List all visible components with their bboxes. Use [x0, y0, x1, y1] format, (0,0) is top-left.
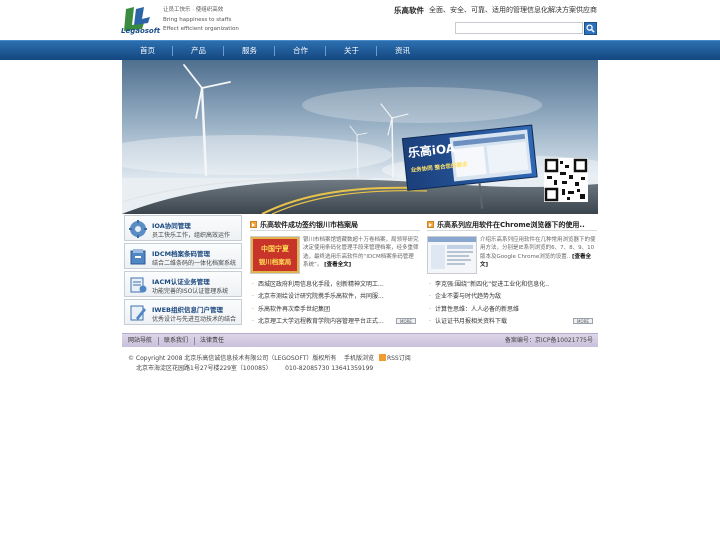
news-column-company: 乐高软件成功签约银川市档案局 中国宁夏 银川档案局 银川市档案馆馆藏数超十万卷档…	[250, 219, 420, 328]
product-iweb-desc: 优秀设计与先进互动技术的结合	[152, 316, 237, 323]
browser-screenshot-image	[428, 237, 476, 273]
more-button[interactable]: MORE	[396, 318, 416, 324]
nav-news[interactable]: 资讯	[377, 41, 428, 61]
more-button[interactable]: MORE	[573, 318, 593, 324]
tagline: 全面、安全、可靠、适用的管理信息化解决方案供应商	[429, 6, 597, 14]
slogan: 让员工快乐 · 使组织高效 Bring happiness to staffs …	[163, 6, 239, 35]
arrow-bullet-icon	[427, 221, 434, 228]
search-icon	[586, 24, 595, 33]
mobile-version-link[interactable]: 手机版浏览	[344, 355, 374, 362]
news-headline-title[interactable]: 乐高系列应用软件在Chrome浏览器下的使用..	[437, 220, 585, 230]
logo-text: Legaosoft	[121, 27, 161, 35]
certificate-icon	[130, 277, 147, 293]
slogan-cn: 让员工快乐 · 使组织高效	[163, 7, 224, 13]
arrow-bullet-icon	[250, 221, 257, 228]
news-feature-image[interactable]: 中国宁夏 银川档案局	[250, 236, 300, 274]
nav-products[interactable]: 产品	[173, 41, 224, 61]
search-input[interactable]	[455, 22, 583, 34]
list-item[interactable]: 企业不要与时代趋势为敌	[427, 291, 597, 303]
banner-illustration: 乐高iOA 业务协同 整合您的需求	[122, 60, 598, 214]
footer-divider	[158, 337, 159, 345]
news-feature: 中国宁夏 银川档案局 银川市档案馆馆藏数超十万卷档案，局领导研究决定使用条码化管…	[250, 236, 420, 276]
news-feature-image[interactable]	[427, 236, 477, 274]
address: 北京市海淀区花园路1号27号楼229室（100085） 010-82085730…	[136, 363, 373, 372]
image-caption-2: 银川档案局	[259, 257, 292, 266]
product-iacm-title: IACM认证业务管理	[152, 278, 210, 286]
footer-bar: 网站导航 联系我们 法律责任 备案编号：京ICP备10021775号	[122, 333, 598, 347]
product-ioa[interactable]: IOA协同管理 员工快乐工作，组织高效运作	[124, 215, 242, 241]
hero-banner[interactable]: 乐高iOA 业务协同 整合您的需求	[122, 60, 598, 214]
nav-cooperation[interactable]: 合作	[275, 41, 326, 61]
read-more-link[interactable]: [查看全文]	[324, 262, 351, 268]
edit-pencil-icon	[130, 305, 146, 321]
rss-icon	[378, 354, 386, 361]
brand-name: 乐高软件	[394, 6, 424, 15]
news-list: 李克强:围绕“新四化”促进工业化和信息化.. 企业不要与时代趋势为敌 计算性思维…	[427, 279, 597, 328]
list-item[interactable]: 计算性思维：人人必备的新思维	[427, 304, 597, 316]
nav-home[interactable]: 首页	[122, 41, 173, 61]
qr-code-icon	[544, 158, 588, 202]
product-idcm-title: IDCM档案条码管理	[152, 250, 211, 258]
news-headline-title[interactable]: 乐高软件成功签约银川市档案局	[260, 220, 358, 230]
list-item[interactable]: 北京市测绘设计研究院携手乐高软件，共同服...	[250, 291, 420, 303]
news-column-industry: 乐高系列应用软件在Chrome浏览器下的使用.. 介绍乐高系列应用软件在几种常用…	[427, 219, 597, 328]
product-idcm-desc: 结合二维条码的一体化档案系统	[152, 260, 237, 267]
list-item[interactable]: 北京理工大学远程教育学院内容管理平台正式...	[250, 316, 420, 328]
product-iweb-title: IWEB组织信息门户管理	[152, 306, 223, 314]
product-iweb[interactable]: IWEB组织信息门户管理 优秀设计与先进互动技术的结合	[124, 299, 242, 325]
news-headline[interactable]: 乐高系列应用软件在Chrome浏览器下的使用..	[427, 219, 597, 231]
news-feature-text: 银川市档案馆馆藏数超十万卷档案，局领导研究决定使用条码化管理手段来管理档案，经多…	[303, 236, 419, 269]
address-text: 北京市海淀区花园路1号27号楼229室（100085）	[136, 365, 272, 372]
list-item[interactable]: 乐高软件再次牵手世纪集团	[250, 304, 420, 316]
yinchuan-archive-image: 中国宁夏 银川档案局	[251, 237, 299, 273]
footer-link-contact[interactable]: 联系我们	[164, 334, 188, 347]
footer-link-sitemap[interactable]: 网站导航	[128, 334, 152, 347]
search-button[interactable]	[584, 22, 597, 35]
slogan-en-1: Bring happiness to staffs	[163, 16, 232, 23]
product-iacm[interactable]: IACM认证业务管理 功能完善的ISO认证管理系统	[124, 271, 242, 297]
rss-link[interactable]: RSS订阅	[387, 355, 411, 362]
news-headline[interactable]: 乐高软件成功签约银川市档案局	[250, 219, 420, 231]
list-item[interactable]: 认证证书月报相关资料下载	[427, 316, 597, 328]
news-feature-summary: 银川市档案馆馆藏数超十万卷档案，局领导研究决定使用条码化管理手段来管理档案，经多…	[303, 237, 419, 268]
footer-divider	[194, 337, 195, 345]
gear-icon	[129, 220, 147, 238]
list-item[interactable]: 李克强:围绕“新四化”促进工业化和信息化..	[427, 279, 597, 291]
copyright-text: © Copyright 2008 北京乐高信诚信息技术有限公司（LEGOSOFT…	[128, 355, 337, 362]
news-feature-text: 介绍乐高系列应用软件在几种常用浏览器下的使用方法，分别是IE系列浏览的6、7、8…	[480, 236, 596, 269]
product-sidebar: IOA协同管理 员工快乐工作，组织高效运作 IDCM档案条码管理 结合二维条码的…	[124, 215, 242, 327]
product-idcm[interactable]: IDCM档案条码管理 结合二维条码的一体化档案系统	[124, 243, 242, 269]
nav-about[interactable]: 关于	[326, 41, 377, 61]
copyright: © Copyright 2008 北京乐高信诚信息技术有限公司（LEGOSOFT…	[128, 353, 411, 362]
nav-services[interactable]: 服务	[224, 41, 275, 61]
product-ioa-desc: 员工快乐工作，组织高效运作	[152, 232, 231, 239]
image-caption-1: 中国宁夏	[261, 244, 290, 253]
footer-link-legal[interactable]: 法律责任	[200, 334, 224, 347]
phone-numbers: 010-82085730 13641359199	[285, 365, 374, 372]
product-ioa-title: IOA协同管理	[152, 222, 191, 230]
news-feature: 介绍乐高系列应用软件在几种常用浏览器下的使用方法，分别是IE系列浏览的6、7、8…	[427, 236, 597, 276]
icp-number[interactable]: 备案编号：京ICP备10021775号	[505, 334, 593, 347]
news-list: 西城区政府利用信息化手段，创新精神文明工... 北京市测绘设计研究院携手乐高软件…	[250, 279, 420, 328]
header: Legaosoft 让员工快乐 · 使组织高效 Bring happiness …	[0, 0, 720, 40]
main-nav: 首页 产品 服务 合作 关于 资讯	[0, 40, 720, 60]
archive-box-icon	[130, 249, 146, 265]
list-item[interactable]: 西城区政府利用信息化手段，创新精神文明工...	[250, 279, 420, 291]
slogan-en-2: Effect efficient organization	[163, 26, 239, 32]
product-iacm-desc: 功能完善的ISO认证管理系统	[152, 288, 229, 295]
